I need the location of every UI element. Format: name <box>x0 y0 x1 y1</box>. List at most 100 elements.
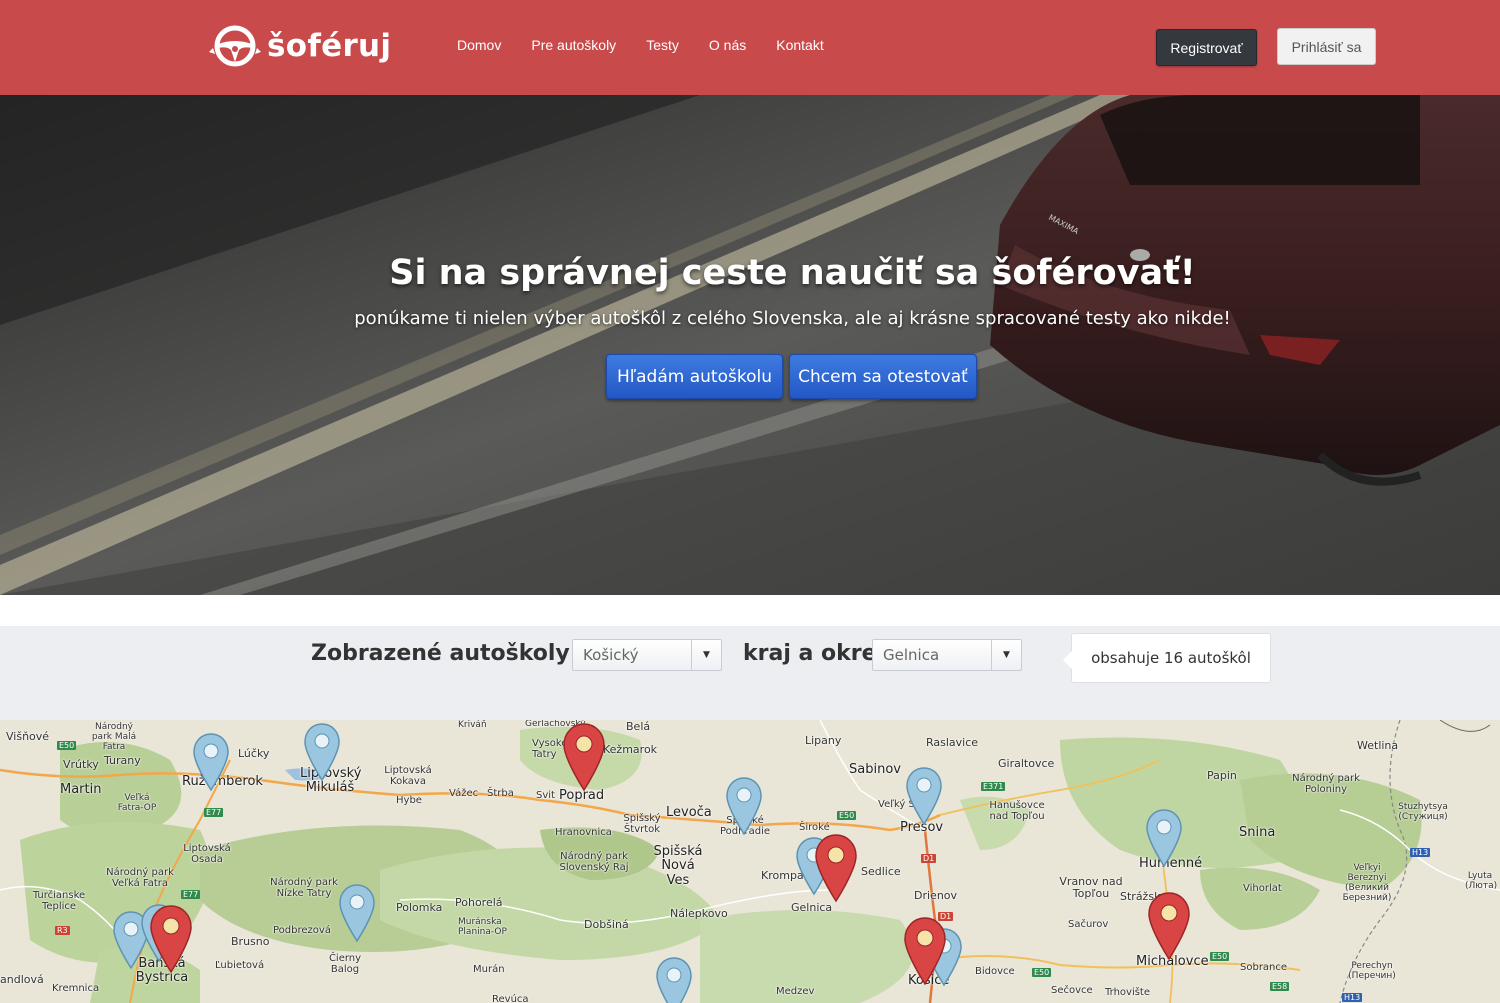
map-place: Lipany <box>805 734 842 747</box>
map-marker-icon[interactable] <box>338 883 376 943</box>
find-school-button[interactable]: Hľadám autoškolu <box>606 354 783 399</box>
register-button[interactable]: Registrovať <box>1156 29 1257 66</box>
map-place: Kriváň <box>458 720 487 730</box>
map-place: Spišský Štvrtok <box>623 813 661 835</box>
map-place: Hranovnica <box>555 827 612 838</box>
road-shield: E371 <box>981 782 1006 791</box>
map-place: Hybe <box>396 795 422 806</box>
map-place: Gelnica <box>791 901 833 914</box>
map-place: Podbrezová <box>273 925 331 936</box>
map-place: Lúčky <box>238 747 270 760</box>
district-select[interactable]: Gelnica ▼ <box>872 639 1022 671</box>
map-marker-active-icon[interactable] <box>562 722 606 792</box>
map-place: Liptovská Kokava <box>384 765 432 787</box>
road-shield: E58 <box>1270 982 1290 991</box>
map-marker-active-icon[interactable] <box>814 833 858 903</box>
map-place: Kremnica <box>52 983 100 994</box>
map-marker-icon[interactable] <box>905 766 943 826</box>
region-select[interactable]: Košický ▼ <box>572 639 722 671</box>
district-select-value: Gelnica <box>883 646 940 664</box>
chevron-down-icon: ▼ <box>991 640 1021 670</box>
map-marker-active-icon[interactable] <box>149 904 193 974</box>
nav-about[interactable]: O nás <box>709 37 746 53</box>
map-place: Giraltovce <box>998 757 1055 770</box>
map-place: Murán <box>473 964 505 975</box>
map-place: Sedlice <box>861 865 901 878</box>
map-place: Hanušovce nad Topľou <box>989 800 1045 822</box>
hero-banner: MAXIMA Si na správnej ceste naučiť sa šo… <box>0 95 1500 595</box>
map-place: Národný park Slovenský Raj <box>559 851 629 873</box>
map-place: Veľkyi Bereznyi (Великий Березний) <box>1342 863 1392 903</box>
steering-wheel-icon <box>209 25 261 67</box>
map-place: Lyuta (Люта) <box>1465 871 1498 891</box>
road-shield: R3 <box>55 926 70 935</box>
map-place: Raslavice <box>926 736 979 749</box>
map-place: Pohorelá <box>455 896 503 909</box>
map-place: Muránska Planina-OP <box>458 917 507 937</box>
map-place: Národný park Malá Fatra <box>91 722 137 752</box>
map-place: Dobšiná <box>584 918 629 931</box>
hero-road-image: MAXIMA <box>0 95 1500 595</box>
map-place: Vážec <box>449 788 479 799</box>
map-place: Národný park Nízke Tatry <box>270 877 338 899</box>
map-place: Snina <box>1239 825 1276 840</box>
map-place: Drienov <box>914 889 958 902</box>
map-place: Stuzhytsya (Стужиця) <box>1398 802 1448 822</box>
road-shield: E50 <box>1210 952 1230 961</box>
map-marker-active-icon[interactable] <box>1147 891 1191 961</box>
map-place: Národný park Veľká Fatra <box>106 867 174 889</box>
map-place: Štrba <box>487 788 514 799</box>
map-place: Perechyn (Перечин) <box>1348 961 1396 981</box>
school-count-badge: obsahuje 16 autoškôl <box>1063 633 1271 683</box>
road-shield: D1 <box>921 854 937 863</box>
map-place: Belá <box>626 720 651 733</box>
map-marker-icon[interactable] <box>725 776 763 836</box>
map-place: andlová <box>0 973 44 986</box>
map-place: Vranov nad Topľou <box>1059 875 1123 901</box>
hero-subtitle: ponúkame ti nielen výber autoškôl z celé… <box>354 308 1231 329</box>
nav-for-schools[interactable]: Pre autoškoly <box>531 37 616 53</box>
map-place: Medzev <box>776 986 815 997</box>
map-place: Revúca <box>492 994 529 1003</box>
map-place: Vrútky <box>63 758 99 771</box>
road-shield: E50 <box>57 741 77 750</box>
login-button[interactable]: Prihlásiť sa <box>1277 28 1376 65</box>
map-marker-active-icon[interactable] <box>903 916 947 986</box>
road-shield: H13 <box>1342 993 1363 1002</box>
map-place: Brusno <box>231 935 270 948</box>
map-place: Národný park Poloniny <box>1292 773 1360 795</box>
logo[interactable]: šoféruj <box>207 24 391 68</box>
map-marker-icon[interactable] <box>192 732 230 792</box>
take-test-button[interactable]: Chcem sa otestovať <box>789 354 977 399</box>
filter-label-middle: kraj a okres <box>743 641 890 666</box>
main-nav: Domov Pre autoškoly Testy O nás Kontakt <box>457 37 854 53</box>
map-marker-icon[interactable] <box>1145 808 1183 868</box>
map-place: Trhovište <box>1105 987 1151 998</box>
map-place: Turčianske Teplice <box>32 890 86 912</box>
road-shield: E50 <box>1032 968 1052 977</box>
logo-text: šoféruj <box>267 27 392 64</box>
map-marker-icon[interactable] <box>303 722 341 782</box>
map-place: Vihorlat <box>1243 883 1282 894</box>
map-place: Martin <box>60 782 102 797</box>
nav-contact[interactable]: Kontakt <box>776 37 823 53</box>
region-select-value: Košický <box>583 646 639 664</box>
map-place: Kežmarok <box>603 743 658 756</box>
road-shield: H13 <box>1410 848 1431 857</box>
map-marker-icon[interactable] <box>655 956 693 1003</box>
road-shield: E77 <box>181 890 201 899</box>
nav-tests[interactable]: Testy <box>646 37 679 53</box>
map-place: Polomka <box>396 901 443 914</box>
map-place: Sobrance <box>1240 962 1288 973</box>
map-place: Veľká Fatra-OP <box>117 793 157 813</box>
nav-home[interactable]: Domov <box>457 37 501 53</box>
map-place: Liptovská Osada <box>183 843 231 865</box>
map-place: Čierny Balog <box>328 953 362 975</box>
schools-map[interactable]: Višňové Národný park Malá Fatra Vrútky T… <box>0 720 1500 1003</box>
chevron-down-icon: ▼ <box>691 640 721 670</box>
map-place: Široké <box>799 822 830 833</box>
map-place: Sečovce <box>1051 985 1093 996</box>
map-place: Svit <box>536 790 555 801</box>
road-shield: E77 <box>204 808 224 817</box>
map-place: Spišská Nová Ves <box>653 844 703 888</box>
